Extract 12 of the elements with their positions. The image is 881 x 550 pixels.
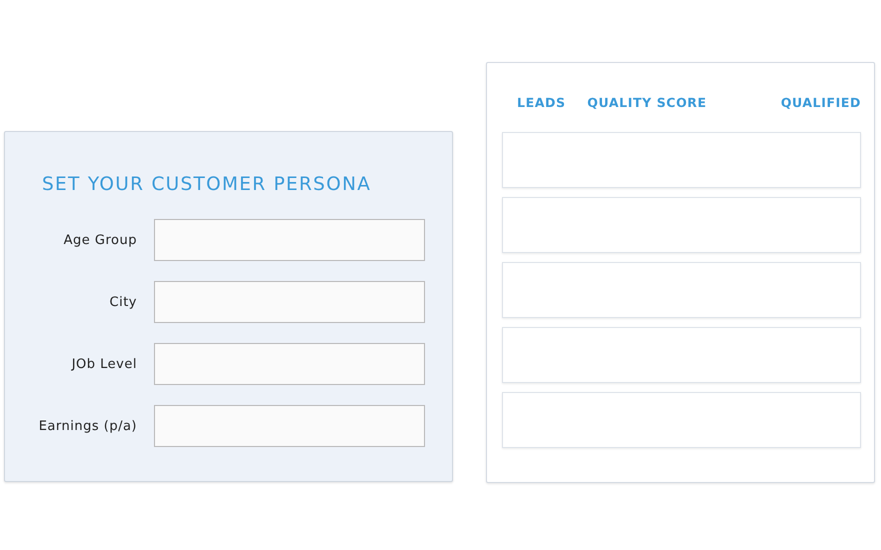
input-field[interactable] <box>154 281 425 323</box>
field-label: JOb Level <box>70 356 137 372</box>
column-header: QUALIFIED <box>780 94 861 110</box>
column-header: QUALITY SCORE <box>586 94 708 110</box>
field-label: City <box>108 294 137 310</box>
field-label: Earnings (p/a) <box>38 418 137 434</box>
input-field[interactable] <box>154 405 425 447</box>
panel-title: SET YOUR CUSTOMER PERSONA <box>42 174 372 195</box>
field-label: Age Group <box>62 232 137 248</box>
column-header: LEADS <box>516 94 567 110</box>
input-field[interactable] <box>154 343 425 385</box>
input-field[interactable] <box>154 219 425 261</box>
